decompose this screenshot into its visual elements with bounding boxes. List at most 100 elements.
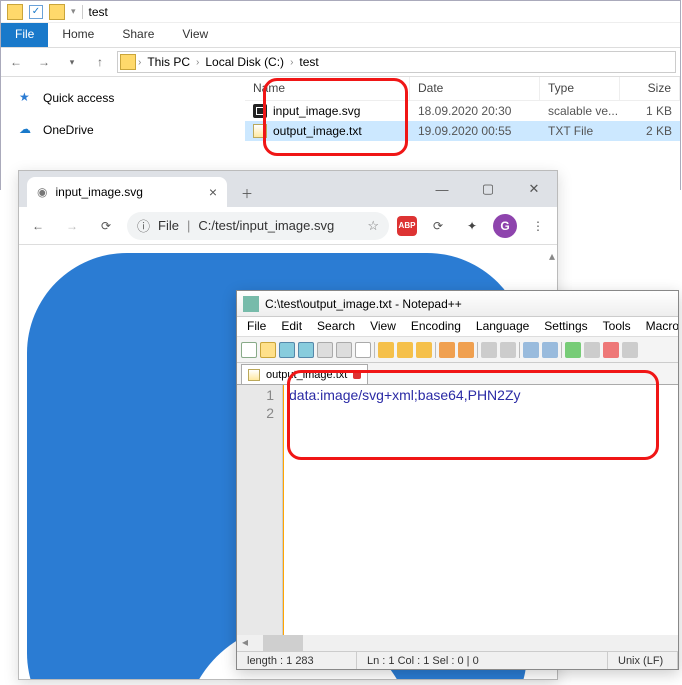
file-type: scalable ve... [540,104,620,118]
scrollbar-thumb[interactable] [263,635,303,651]
status-position: Ln : 1 Col : 1 Sel : 0 | 0 [357,652,608,669]
breadcrumb-item[interactable]: This PC [143,55,194,69]
code-line [289,405,674,423]
menu-encoding[interactable]: Encoding [405,317,467,336]
chrome-menu-icon[interactable]: ⋮ [525,213,551,239]
file-date: 19.09.2020 00:55 [410,124,540,138]
minimize-button[interactable]: — [419,171,465,207]
chrome-titlebar: ◉ input_image.svg × ＋ — ▢ ✕ [19,171,557,207]
toolbar-icon[interactable] [584,342,600,358]
qat-dropdown-icon[interactable]: ▾ [71,6,76,17]
toolbar-icon[interactable] [622,342,638,358]
npp-editor[interactable]: 1 2 data:image/svg+xml;base64,PHN2Zy [237,385,678,635]
code-area[interactable]: data:image/svg+xml;base64,PHN2Zy [283,385,678,635]
folder-icon [120,54,136,70]
nav-up-icon[interactable]: ↑ [89,51,111,73]
edge-line [283,385,284,635]
bookmark-star-icon[interactable]: ☆ [367,218,379,234]
reload-icon[interactable]: ⟳ [93,213,119,239]
extension-icon[interactable]: ⟳ [425,213,451,239]
menu-macro[interactable]: Macro [640,317,678,336]
zoom-out-icon[interactable] [542,342,558,358]
scroll-up-icon[interactable]: ▴ [549,249,555,263]
close-tab-icon[interactable] [353,371,361,379]
chrome-tab[interactable]: ◉ input_image.svg × [27,177,227,207]
replace-icon[interactable] [500,342,516,358]
tab-file[interactable]: File [1,23,48,47]
menu-tools[interactable]: Tools [597,317,637,336]
zoom-in-icon[interactable] [523,342,539,358]
chevron-right-icon[interactable]: › [290,57,293,68]
npp-menubar: File Edit Search View Encoding Language … [237,317,678,337]
menu-file[interactable]: File [241,317,272,336]
breadcrumb-item[interactable]: Local Disk (C:) [201,55,288,69]
chevron-right-icon[interactable]: › [138,57,141,68]
copy-icon[interactable] [397,342,413,358]
col-date[interactable]: Date [410,77,540,100]
nav-forward-icon[interactable]: → [59,213,85,239]
close-file-icon[interactable] [317,342,333,358]
info-icon[interactable]: ⓘ [137,216,150,235]
tab-view[interactable]: View [168,23,222,47]
col-type[interactable]: Type [540,77,620,100]
globe-icon: ◉ [37,185,47,199]
find-icon[interactable] [481,342,497,358]
maximize-button[interactable]: ▢ [465,171,511,207]
npp-document-tab[interactable]: output_image.txt [241,364,368,384]
scroll-left-icon[interactable]: ◂ [237,635,253,651]
line-number: 1 [237,387,274,405]
menu-edit[interactable]: Edit [275,317,308,336]
file-type: TXT File [540,124,620,138]
menu-view[interactable]: View [364,317,402,336]
npp-statusbar: length : 1 283 Ln : 1 Col : 1 Sel : 0 | … [237,651,678,669]
chrome-toolbar: ← → ⟳ ⓘ File | C:/test/input_image.svg ☆… [19,207,557,245]
chrome-omnibox[interactable]: ⓘ File | C:/test/input_image.svg ☆ [127,212,389,240]
print-icon[interactable] [355,342,371,358]
file-row[interactable]: output_image.txt 19.09.2020 00:55 TXT Fi… [245,121,680,141]
separator [561,342,562,358]
record-macro-icon[interactable] [603,342,619,358]
tab-share[interactable]: Share [108,23,168,47]
tab-home[interactable]: Home [48,23,108,47]
file-row[interactable]: input_image.svg 18.09.2020 20:30 scalabl… [245,101,680,121]
menu-language[interactable]: Language [470,317,535,336]
breadcrumb-item[interactable]: test [295,55,322,69]
address-bar[interactable]: › This PC › Local Disk (C:) › test [117,51,676,73]
menu-search[interactable]: Search [311,317,361,336]
profile-avatar[interactable]: G [493,214,517,238]
chevron-right-icon[interactable]: › [196,57,199,68]
explorer-title: test [89,5,108,19]
navpane-onedrive[interactable]: ☁ OneDrive [19,119,237,141]
explorer-qat: ✓ ▾ test [1,1,680,23]
col-size[interactable]: Size [620,77,680,100]
run-icon[interactable] [565,342,581,358]
extensions-puzzle-icon[interactable]: ✦ [459,213,485,239]
save-icon[interactable] [279,342,295,358]
close-all-icon[interactable] [336,342,352,358]
close-tab-icon[interactable]: × [209,184,217,200]
menu-settings[interactable]: Settings [538,317,593,336]
save-all-icon[interactable] [298,342,314,358]
navpane-quick-access[interactable]: ★ Quick access [19,87,237,109]
file-name: input_image.svg [273,104,360,118]
npp-titlebar[interactable]: C:\test\output_image.txt - Notepad++ [237,291,678,317]
close-button[interactable]: ✕ [511,171,557,207]
horizontal-scrollbar[interactable]: ◂ [237,635,678,651]
paste-icon[interactable] [416,342,432,358]
svg-file-icon [253,104,267,118]
line-number: 2 [237,405,274,423]
new-tab-button[interactable]: ＋ [233,179,261,207]
redo-icon[interactable] [458,342,474,358]
qat-checkbox-icon[interactable]: ✓ [29,5,43,19]
nav-back-icon[interactable]: ← [25,213,51,239]
new-file-icon[interactable] [241,342,257,358]
status-length: length : 1 283 [237,652,357,669]
col-name[interactable]: Name [245,77,410,100]
nav-history-icon[interactable]: ▾ [61,51,83,73]
undo-icon[interactable] [439,342,455,358]
cut-icon[interactable] [378,342,394,358]
nav-back-icon[interactable]: ← [5,51,27,73]
nav-forward-icon[interactable]: → [33,51,55,73]
open-file-icon[interactable] [260,342,276,358]
abp-extension-icon[interactable]: ABP [397,216,417,236]
